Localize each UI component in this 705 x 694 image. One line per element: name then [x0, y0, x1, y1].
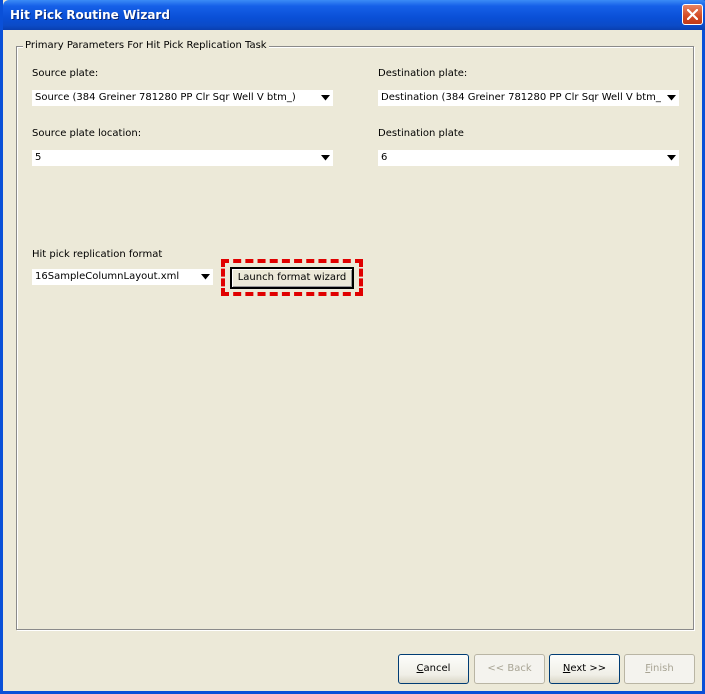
cancel-mnemonic: C — [416, 663, 424, 674]
format-dropdown-button[interactable] — [198, 269, 213, 285]
next-label: ext >> — [570, 663, 607, 674]
format-select[interactable]: 16SampleColumnLayout.xml — [32, 269, 213, 285]
title-bar[interactable]: Hit Pick Routine Wizard — [3, 0, 705, 30]
destination-plate-dropdown-button[interactable] — [664, 90, 679, 106]
cancel-button[interactable]: Cancel — [398, 654, 469, 684]
source-plate-select[interactable]: Source (384 Greiner 781280 PP Clr Sqr We… — [32, 90, 333, 106]
back-label: << Back — [487, 663, 532, 674]
destination-location-dropdown-button[interactable] — [664, 150, 679, 166]
source-location-label: Source plate location: — [32, 128, 142, 139]
source-location-select[interactable]: 5 — [32, 150, 333, 166]
source-location-value: 5 — [35, 152, 42, 163]
destination-location-value: 6 — [381, 152, 388, 163]
launch-format-wizard-button[interactable]: Launch format wizard — [230, 267, 354, 289]
chevron-down-icon — [321, 155, 330, 161]
chevron-down-icon — [667, 95, 676, 101]
chevron-down-icon — [667, 155, 676, 161]
destination-plate-label: Destination plate: — [378, 68, 468, 79]
back-button[interactable]: << Back — [474, 654, 545, 684]
finish-label: inish — [650, 663, 674, 674]
source-plate-label: Source plate: — [32, 68, 99, 79]
destination-plate-select[interactable]: Destination (384 Greiner 781280 PP Clr S… — [378, 90, 679, 106]
chevron-down-icon — [201, 274, 210, 280]
source-plate-value: Source (384 Greiner 781280 PP Clr Sqr We… — [35, 92, 296, 103]
source-plate-dropdown-button[interactable] — [318, 90, 333, 106]
destination-location-label: Destination plate — [378, 128, 464, 139]
source-location-dropdown-button[interactable] — [318, 150, 333, 166]
cancel-label: ancel — [423, 663, 451, 674]
format-value: 16SampleColumnLayout.xml — [35, 271, 180, 282]
finish-button[interactable]: Finish — [624, 654, 695, 684]
close-icon — [687, 9, 698, 20]
next-button[interactable]: Next >> — [549, 654, 620, 684]
groupbox-legend: Primary Parameters For Hit Pick Replicat… — [23, 40, 269, 51]
window-title: Hit Pick Routine Wizard — [10, 8, 170, 22]
close-button[interactable] — [682, 4, 703, 25]
format-label: Hit pick replication format — [32, 249, 163, 260]
destination-location-select[interactable]: 6 — [378, 150, 679, 166]
destination-plate-value: Destination (384 Greiner 781280 PP Clr S… — [381, 92, 661, 103]
wizard-window: Hit Pick Routine Wizard Primary Paramete… — [0, 0, 705, 694]
chevron-down-icon — [321, 95, 330, 101]
